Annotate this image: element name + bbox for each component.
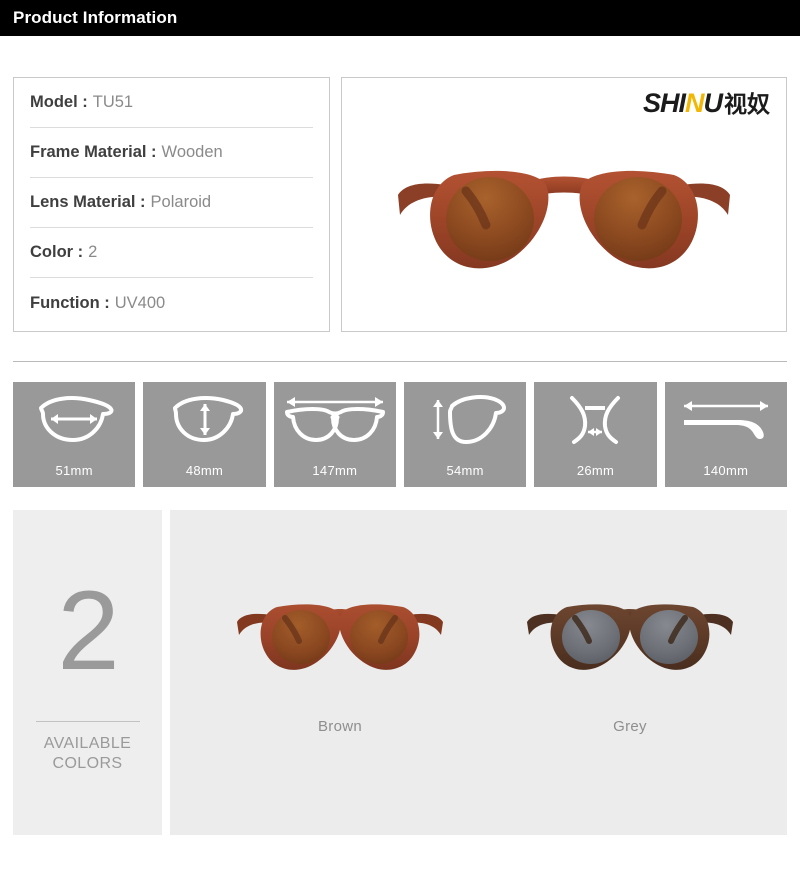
table-row: Color : 2: [30, 228, 313, 278]
page-header: Product Information: [0, 0, 800, 36]
spec-value: Polaroid: [150, 193, 212, 211]
table-row: Model : TU51: [30, 78, 313, 128]
brand-name-part1: SHI: [642, 88, 686, 118]
colors-caption-line1: AVAILABLE: [43, 735, 132, 752]
spec-value: 2: [88, 243, 98, 261]
measurements-row: 51mm 48mm 147mm 54mm 26mm 140mm: [13, 382, 787, 487]
section-divider: [13, 361, 787, 362]
product-information-page: Product Information Model : TU51 Frame M…: [0, 0, 800, 869]
measurement-label: 147mm: [312, 463, 358, 478]
measurement-tile-lens-vertical: 54mm: [403, 382, 527, 487]
measurement-tile-lens-width: 51mm: [13, 382, 136, 487]
colors-caption: AVAILABLE COLORS: [44, 734, 132, 774]
spec-label: Function :: [30, 293, 110, 312]
spec-value: TU51: [92, 93, 134, 111]
frame-width-icon: [279, 391, 391, 446]
spec-value: UV400: [114, 293, 166, 312]
lens-width-icon: [31, 391, 117, 446]
brown-sunglasses-image: [210, 584, 470, 694]
table-row: Function : UV400: [30, 278, 313, 328]
lens-vertical-icon: [422, 391, 508, 446]
colors-count: 2: [57, 568, 119, 693]
brand-name-chinese: 视奴: [724, 92, 770, 118]
available-colors-panel: 2 AVAILABLE COLORS: [13, 510, 162, 835]
measurement-tile-lens-height: 48mm: [143, 382, 266, 487]
bridge-width-icon: [552, 391, 638, 446]
spec-label: Frame Material :: [30, 143, 157, 161]
measurement-label: 26mm: [576, 463, 615, 478]
color-variants-panel: Brown Grey: [170, 510, 787, 835]
brand-name-part2: U: [703, 88, 723, 118]
color-variant-grey[interactable]: Grey: [500, 584, 760, 735]
table-row: Lens Material : Polaroid: [30, 178, 313, 228]
spec-label: Color :: [30, 243, 84, 261]
measurement-tile-frame-width: 147mm: [273, 382, 396, 487]
specifications-box: Model : TU51 Frame Material : Wooden Len…: [13, 77, 330, 332]
grey-sunglasses-image: [500, 584, 760, 694]
measurement-tile-bridge-width: 26mm: [534, 382, 657, 487]
spec-label: Model :: [30, 93, 88, 111]
temple-length-icon: [672, 391, 780, 446]
page-title: Product Information: [13, 8, 178, 27]
product-photo-box: SHI N U 视奴: [341, 77, 787, 332]
colors-caption-divider: [35, 721, 140, 722]
lens-height-icon: [161, 391, 247, 446]
measurement-label: 54mm: [446, 463, 484, 478]
measurement-tile-temple-length: 140mm: [664, 382, 787, 487]
measurement-label: 140mm: [703, 463, 749, 478]
variant-label: Brown: [317, 718, 363, 735]
colors-caption-line2: COLORS: [52, 755, 123, 772]
measurement-label: 48mm: [185, 463, 224, 478]
spec-label: Lens Material :: [30, 193, 146, 211]
brand-name-accent: N: [685, 88, 704, 118]
color-variant-brown[interactable]: Brown: [210, 584, 470, 735]
brand-logo: SHI N U 视奴: [643, 90, 770, 117]
table-row: Frame Material : Wooden: [30, 128, 313, 178]
hero-sunglasses-image: [398, 170, 730, 269]
variant-label: Grey: [613, 718, 647, 735]
spec-value: Wooden: [161, 143, 223, 161]
measurement-label: 51mm: [55, 463, 93, 478]
